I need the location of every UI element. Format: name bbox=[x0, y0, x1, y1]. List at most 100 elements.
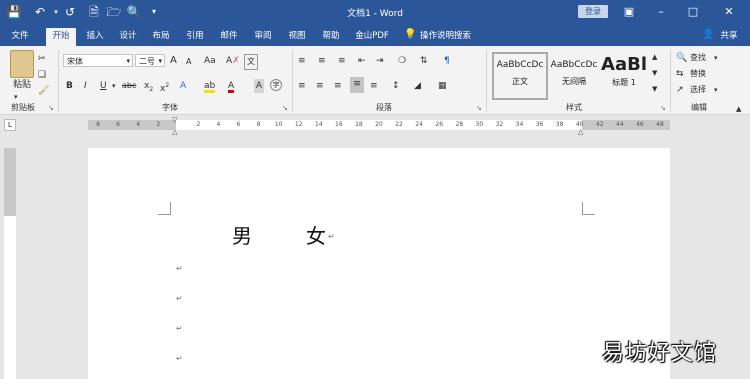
ruler-tick-label: 24 bbox=[415, 121, 423, 128]
close-icon[interactable]: ✕ bbox=[720, 3, 738, 21]
tab-insert[interactable]: 插入 bbox=[82, 28, 108, 46]
change-case-button[interactable]: Aa bbox=[204, 54, 216, 68]
italic-button[interactable]: I bbox=[84, 79, 87, 93]
sort-icon[interactable]: ⇅ bbox=[420, 54, 428, 68]
distributed-icon[interactable]: ≡ bbox=[370, 79, 378, 93]
replace-button[interactable]: 替换 bbox=[690, 67, 706, 81]
char-shading-button[interactable]: A bbox=[254, 79, 264, 93]
highlight-button[interactable]: ab bbox=[204, 79, 216, 93]
vertical-ruler[interactable] bbox=[4, 148, 16, 379]
shading-icon[interactable]: ◢ bbox=[414, 79, 421, 93]
styles-scroll-down-icon[interactable]: ▼ bbox=[652, 66, 657, 80]
show-marks-icon[interactable]: ¶ bbox=[444, 54, 450, 68]
multilevel-list-icon[interactable]: ≡ bbox=[338, 54, 346, 68]
ruler-tick-label: 30 bbox=[475, 121, 484, 128]
cut-icon[interactable]: ✂ bbox=[38, 52, 46, 66]
maximize-icon[interactable]: □ bbox=[684, 3, 702, 21]
select-button[interactable]: 选择 bbox=[690, 83, 706, 97]
tab-mailings[interactable]: 邮件 bbox=[216, 28, 242, 46]
style-heading-1[interactable]: AaBl 标题 1 bbox=[600, 52, 648, 98]
underline-dropdown-icon[interactable]: ▾ bbox=[112, 79, 116, 93]
format-painter-icon[interactable]: 🖌 bbox=[38, 84, 49, 98]
subscript-button[interactable]: x2 bbox=[144, 79, 153, 93]
font-name-dropdown-icon[interactable]: ▾ bbox=[126, 55, 130, 68]
ruler-tick-label: 4 bbox=[136, 121, 141, 128]
tab-review[interactable]: 审阅 bbox=[250, 28, 276, 46]
numbering-icon[interactable]: ≡ bbox=[318, 54, 326, 68]
decrease-indent-icon[interactable]: ⇤ bbox=[358, 54, 366, 68]
replace-icon[interactable]: ⇆ bbox=[676, 67, 684, 81]
shrink-font-button[interactable]: A bbox=[186, 55, 191, 69]
style-normal[interactable]: AaBbCcDc 正文 bbox=[492, 52, 548, 100]
styles-launcher-icon[interactable]: ↘ bbox=[660, 104, 666, 112]
paragraph-mark: ↵ bbox=[328, 232, 335, 241]
minimize-icon[interactable]: – bbox=[652, 3, 670, 21]
horizontal-ruler[interactable]: 8 6 4 2 2 4 6 8 10 12 14 16 18 20 22 24 26 28 30 32 34 36 38 40… bbox=[88, 116, 670, 136]
group-label-editing: 编辑 bbox=[691, 103, 707, 112]
font-size-combo[interactable]: 二号 ▾ bbox=[135, 54, 165, 67]
first-line-indent-marker[interactable]: ▽ bbox=[172, 116, 177, 124]
text-effects-button[interactable]: A bbox=[180, 79, 186, 93]
document-page[interactable]: 男 女 ↵ ↵ ↵ ↵ ↵ bbox=[88, 148, 670, 379]
tab-layout[interactable]: 布局 bbox=[148, 28, 174, 46]
strikethrough-button[interactable]: abc bbox=[122, 79, 136, 93]
style-no-spacing[interactable]: AaBbCcDc 无间隔 bbox=[548, 52, 600, 98]
document-text-male[interactable]: 男 bbox=[232, 220, 252, 249]
person-icon[interactable]: 👤 bbox=[702, 29, 714, 40]
styles-scroll-up-icon[interactable]: ▲ bbox=[652, 50, 657, 64]
watermark-text: 易坊好文馆 bbox=[602, 341, 718, 366]
align-center-icon[interactable]: ≡ bbox=[316, 79, 324, 93]
line-spacing-icon[interactable]: ↕ bbox=[392, 79, 400, 93]
font-size-dropdown-icon[interactable]: ▾ bbox=[158, 55, 162, 68]
borders-icon[interactable]: ▦ bbox=[438, 79, 447, 93]
login-button[interactable]: 登录 bbox=[578, 5, 608, 18]
enclose-char-button[interactable]: 字 bbox=[270, 79, 282, 91]
paragraph-launcher-icon[interactable]: ↘ bbox=[476, 104, 482, 112]
font-color-button[interactable]: A bbox=[228, 79, 235, 93]
clear-formatting-button[interactable]: A✗ bbox=[226, 54, 240, 68]
align-left-icon[interactable]: ≡ bbox=[298, 79, 306, 93]
find-dropdown-icon[interactable]: ▾ bbox=[714, 51, 718, 65]
styles-more-icon[interactable]: ▼ bbox=[652, 82, 657, 96]
right-indent-marker[interactable]: △ bbox=[578, 128, 583, 136]
document-text-female[interactable]: 女 bbox=[306, 220, 326, 249]
clipboard-launcher-icon[interactable]: ↘ bbox=[48, 104, 54, 112]
tab-references[interactable]: 引用 bbox=[182, 28, 208, 46]
collapse-ribbon-icon[interactable]: ▲ bbox=[736, 102, 741, 116]
bold-button[interactable]: B bbox=[66, 79, 73, 93]
increase-indent-icon[interactable]: ⇥ bbox=[376, 54, 384, 68]
tab-kingsoft-pdf[interactable]: 金山PDF bbox=[350, 28, 394, 46]
paste-clipboard-icon[interactable] bbox=[10, 50, 34, 78]
select-dropdown-icon[interactable]: ▾ bbox=[714, 83, 718, 97]
copy-icon[interactable]: ❏ bbox=[38, 68, 46, 82]
tab-design[interactable]: 设计 bbox=[114, 28, 142, 46]
char-border-button[interactable]: 文 bbox=[244, 54, 258, 70]
justify-icon[interactable]: ≡ bbox=[350, 77, 364, 93]
find-icon[interactable]: 🔍 bbox=[676, 51, 687, 65]
ruler-tick-label: 28 bbox=[455, 121, 464, 128]
ribbon-display-options-icon[interactable]: ▣ bbox=[620, 3, 638, 21]
tab-selector[interactable]: L bbox=[4, 119, 16, 131]
tab-home[interactable]: 开始 bbox=[46, 28, 76, 46]
underline-button[interactable]: U bbox=[100, 79, 107, 93]
superscript-button[interactable]: x2 bbox=[160, 79, 169, 94]
select-icon[interactable]: ↗ bbox=[676, 83, 684, 97]
font-name-combo[interactable]: 宋体 ▾ bbox=[63, 54, 133, 67]
chinese-layout-icon[interactable]: ❍ bbox=[398, 54, 406, 68]
left-indent-marker[interactable]: △ bbox=[172, 128, 177, 136]
ruler-row: L 8 6 4 2 2 4 6 8 10 12 14 16 18 20 22 24 26 28 30 32 34 36 38… bbox=[0, 115, 750, 136]
tab-help[interactable]: 帮助 bbox=[318, 28, 344, 46]
align-right-icon[interactable]: ≡ bbox=[334, 79, 342, 93]
tab-view[interactable]: 视图 bbox=[284, 28, 310, 46]
find-button[interactable]: 查找 bbox=[690, 51, 706, 65]
tell-me-search[interactable]: 操作说明搜索 bbox=[420, 28, 480, 46]
ruler-tick-label: 32 bbox=[495, 121, 504, 128]
share-button[interactable]: 共享 bbox=[716, 28, 742, 46]
bullets-icon[interactable]: ≡ bbox=[298, 54, 306, 68]
font-launcher-icon[interactable]: ↘ bbox=[282, 104, 288, 112]
grow-font-button[interactable]: A bbox=[170, 54, 177, 68]
ruler-tick-label: 12 bbox=[294, 121, 303, 128]
tab-file[interactable]: 文件 bbox=[6, 28, 34, 46]
ruler-tick-label: 10 bbox=[274, 121, 283, 128]
ruler-tick-label: 38 bbox=[555, 121, 564, 128]
